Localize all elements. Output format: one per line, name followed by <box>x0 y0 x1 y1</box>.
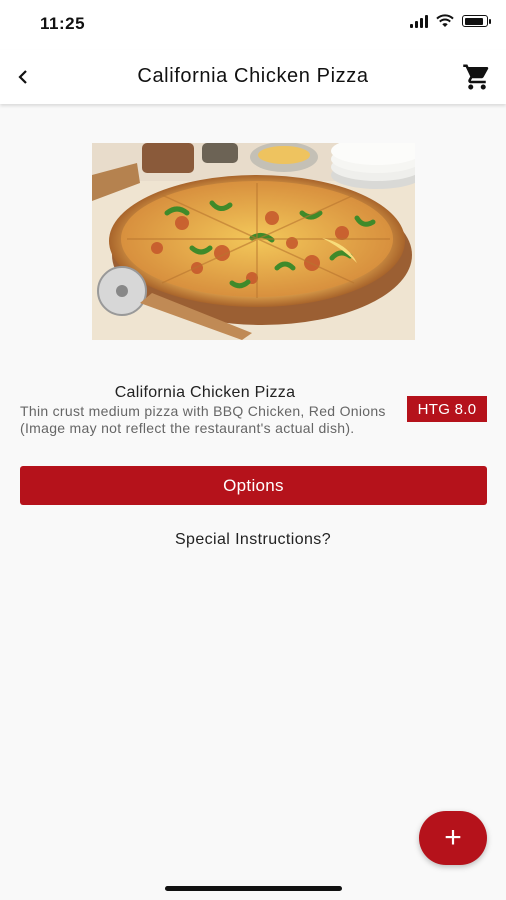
page-title: California Chicken Pizza <box>137 65 369 87</box>
plus-icon: + <box>444 821 462 854</box>
status-time: 11:25 <box>40 14 86 33</box>
wifi-icon <box>436 14 454 27</box>
signal-icon <box>410 14 428 28</box>
status-bar: 11:25 <box>0 0 506 50</box>
app-bar: California Chicken Pizza <box>0 50 506 104</box>
cart-icon <box>463 64 489 90</box>
special-instructions-link[interactable]: Special Instructions? <box>0 531 506 549</box>
options-button[interactable]: Options <box>20 466 487 505</box>
status-icons <box>410 14 491 28</box>
item-description: Thin crust medium pizza with BBQ Chicken… <box>20 403 386 436</box>
price-badge: HTG 8.0 <box>407 396 487 422</box>
add-fab-button[interactable]: + <box>419 811 487 865</box>
home-indicator <box>165 886 342 891</box>
product-image <box>92 143 415 340</box>
cart-button[interactable] <box>462 62 492 92</box>
item-name: California Chicken Pizza <box>114 384 296 401</box>
battery-icon <box>462 15 491 27</box>
product-info: California Chicken Pizza Thin crust medi… <box>20 384 400 437</box>
